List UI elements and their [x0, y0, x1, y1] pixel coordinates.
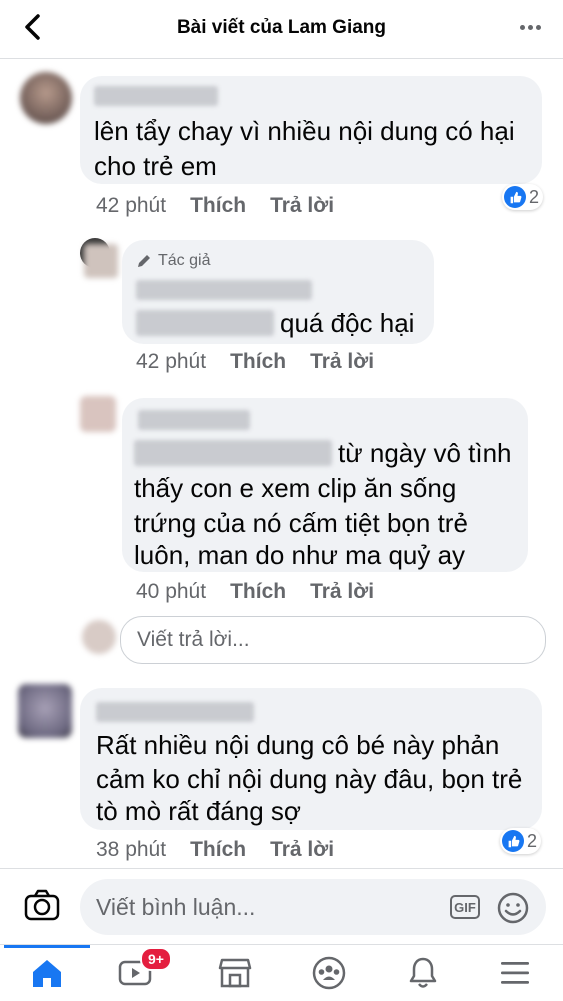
top-bar: Bài viết của Lam Giang: [0, 0, 563, 59]
reaction-count[interactable]: 2: [502, 184, 544, 210]
active-tab-indicator: [4, 945, 90, 948]
comment-bubble[interactable]: Rất nhiều nội dung cô bé này phản cảm ko…: [80, 688, 542, 830]
comment-composer: Viết bình luận... GIF: [0, 868, 563, 945]
comment-text-line: cảm ko chỉ nội dung này đâu, bọn trẻ: [96, 764, 523, 794]
comment-time: 40 phút: [136, 580, 207, 603]
redacted-author-name: [94, 86, 218, 106]
like-button[interactable]: Thích: [190, 838, 246, 862]
menu-icon[interactable]: [490, 951, 540, 995]
author-badge: Tác giả: [136, 252, 210, 270]
reply-input[interactable]: Viết trả lời...: [120, 616, 546, 664]
comment-text-line: lên tẩy chay vì nhiều nội dung có hại: [94, 116, 515, 146]
reaction-count[interactable]: 2: [500, 828, 542, 854]
comment-text-line: trứng của nó cấm tiệt bọn trẻ: [134, 508, 468, 538]
redacted-text: [134, 440, 332, 466]
emoji-icon[interactable]: [496, 891, 530, 930]
video-notification-badge: 9+: [140, 947, 172, 971]
current-user-avatar: [82, 620, 116, 654]
comment-time: 38 phút: [96, 838, 167, 861]
more-options-icon[interactable]: [515, 12, 545, 42]
comment-time: 42 phút: [136, 350, 207, 373]
avatar[interactable]: [20, 72, 72, 124]
comment-bubble[interactable]: lên tẩy chay vì nhiều nội dung có hại ch…: [80, 76, 542, 184]
comment-actions: 42 phút Thích Trả lời: [96, 194, 334, 218]
reply-button[interactable]: Trả lời: [270, 194, 334, 218]
comment-actions: 42 phút Thích Trả lời: [136, 350, 374, 374]
comment-text-line: luôn, man do như ma quỷ ay: [134, 540, 466, 570]
redacted-text: [136, 310, 274, 336]
reply-button[interactable]: Trả lời: [310, 350, 374, 374]
comment-text-line: thấy con e xem clip ăn sống: [134, 473, 457, 503]
avatar[interactable]: [80, 396, 116, 432]
comment-text-line: Rất nhiều nội dung cô bé này phản: [96, 730, 500, 760]
comment-bubble[interactable]: Tác giả quá độc hại: [122, 240, 434, 344]
like-button[interactable]: Thích: [230, 580, 286, 604]
notifications-bell-icon[interactable]: [398, 951, 448, 995]
avatar-overlay: [84, 244, 118, 278]
like-button[interactable]: Thích: [230, 350, 286, 374]
avatar[interactable]: [18, 684, 72, 738]
page-title: Bài viết của Lam Giang: [176, 17, 387, 38]
comment-text-line: quá độc hại: [280, 308, 415, 338]
camera-icon[interactable]: [24, 889, 60, 926]
comment-actions: 40 phút Thích Trả lời: [136, 580, 374, 604]
like-reaction-icon: [504, 186, 526, 208]
like-button[interactable]: Thích: [190, 194, 246, 218]
reply-button[interactable]: Trả lời: [310, 580, 374, 604]
gif-icon[interactable]: GIF: [450, 895, 480, 919]
pencil-icon: [138, 255, 150, 267]
comment-time: 42 phút: [96, 194, 167, 217]
comment-actions: 38 phút Thích Trả lời: [96, 838, 334, 862]
bottom-tab-bar: 9+: [0, 944, 563, 1001]
like-reaction-icon: [502, 830, 524, 852]
redacted-author-name: [136, 280, 312, 300]
comment-bubble[interactable]: từ ngày vô tình thấy con e xem clip ăn s…: [122, 398, 528, 572]
redacted-author-name: [138, 410, 250, 430]
reply-button[interactable]: Trả lời: [270, 838, 334, 862]
home-icon[interactable]: [22, 951, 72, 995]
marketplace-icon[interactable]: [210, 951, 260, 995]
comment-text-line: cho trẻ em: [94, 151, 217, 181]
comment-text-line: tò mò rất đáng sợ: [96, 796, 301, 826]
groups-icon[interactable]: [304, 951, 354, 995]
redacted-author-name: [96, 702, 254, 722]
comment-text-line: từ ngày vô tình: [338, 438, 512, 468]
